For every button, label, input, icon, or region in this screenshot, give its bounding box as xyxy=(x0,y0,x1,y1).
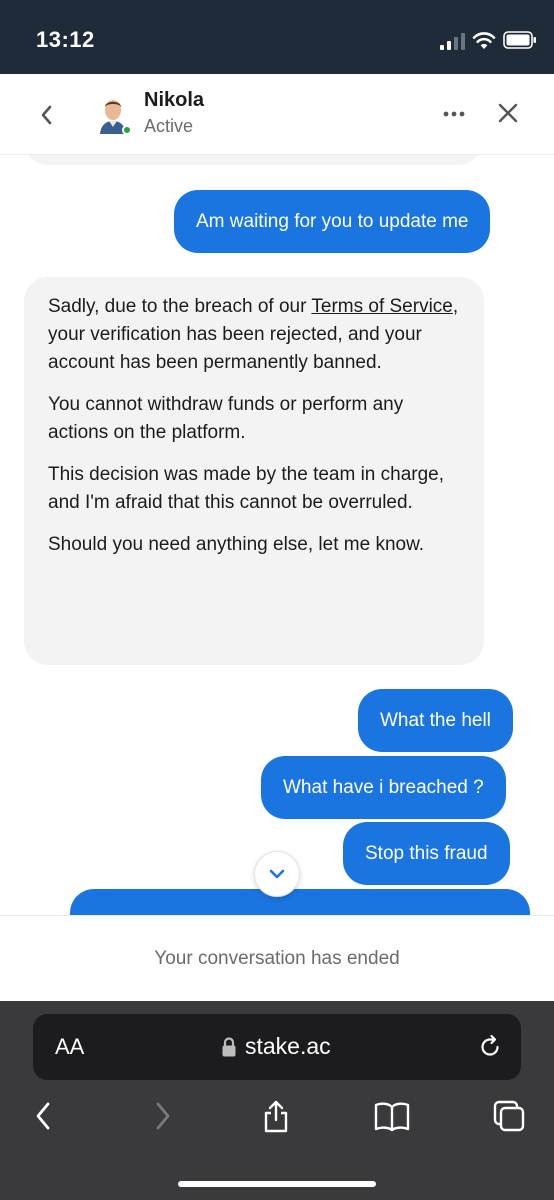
conversation-ended-bar: Your conversation has ended xyxy=(0,915,554,1001)
lock-icon xyxy=(222,1037,236,1057)
incoming-message: Sadly, due to the breach of our Terms of… xyxy=(24,277,484,665)
chevron-down-icon xyxy=(269,869,285,879)
conversation-ended-text: Your conversation has ended xyxy=(154,947,400,969)
share-icon[interactable] xyxy=(260,1099,292,1133)
forward-icon[interactable] xyxy=(150,1099,176,1133)
agent-status: Active xyxy=(144,116,194,136)
bookmarks-icon[interactable] xyxy=(373,1099,411,1133)
message-paragraph: Should you need anything else, let me kn… xyxy=(48,534,425,555)
home-indicator xyxy=(178,1181,376,1187)
cellular-signal-icon xyxy=(440,32,466,50)
agent-name: Nikola xyxy=(144,89,205,111)
message-paragraph: This decision was made by the team in ch… xyxy=(48,464,445,513)
message-text: Stop this fraud xyxy=(365,842,488,864)
url-text: stake.ac xyxy=(245,1033,331,1059)
battery-icon xyxy=(503,31,536,49)
back-chevron-icon[interactable] xyxy=(36,102,58,128)
message-text: Am waiting for you to update me xyxy=(196,210,469,232)
message-list[interactable]: Am waiting for you to update me Sadly, d… xyxy=(0,155,554,915)
wifi-icon xyxy=(472,32,496,49)
status-time: 13:12 xyxy=(36,27,95,52)
tabs-icon[interactable] xyxy=(492,1099,526,1133)
close-icon[interactable] xyxy=(497,102,519,124)
chat-header: Nikola Active xyxy=(0,74,554,155)
text-size-button[interactable]: AA xyxy=(55,1034,84,1060)
more-horizontal-icon[interactable] xyxy=(441,104,467,124)
message-text: What have i breached ? xyxy=(283,776,484,798)
message-text: What the hell xyxy=(380,709,491,731)
terms-of-service-link[interactable]: Terms of Service xyxy=(311,296,452,317)
online-status-dot xyxy=(122,125,132,135)
outgoing-message: What have i breached ? xyxy=(261,756,506,819)
address-bar[interactable]: AA stake.ac xyxy=(33,1014,521,1080)
message-paragraph: You cannot withdraw funds or perform any… xyxy=(48,394,404,443)
back-icon[interactable] xyxy=(30,1099,56,1133)
outgoing-message: What the hell xyxy=(358,689,513,752)
outgoing-message-partial xyxy=(70,889,530,915)
previous-message-bubble xyxy=(24,155,482,165)
outgoing-message: Stop this fraud xyxy=(343,822,510,885)
status-bar: 13:12 xyxy=(0,0,554,74)
outgoing-message: Am waiting for you to update me xyxy=(174,190,491,253)
message-paragraph: Sadly, due to the breach of our Terms of… xyxy=(48,296,459,373)
reload-icon[interactable] xyxy=(477,1034,503,1060)
browser-toolbar: AA stake.ac xyxy=(0,1001,554,1200)
scroll-to-bottom-button[interactable] xyxy=(254,851,300,897)
